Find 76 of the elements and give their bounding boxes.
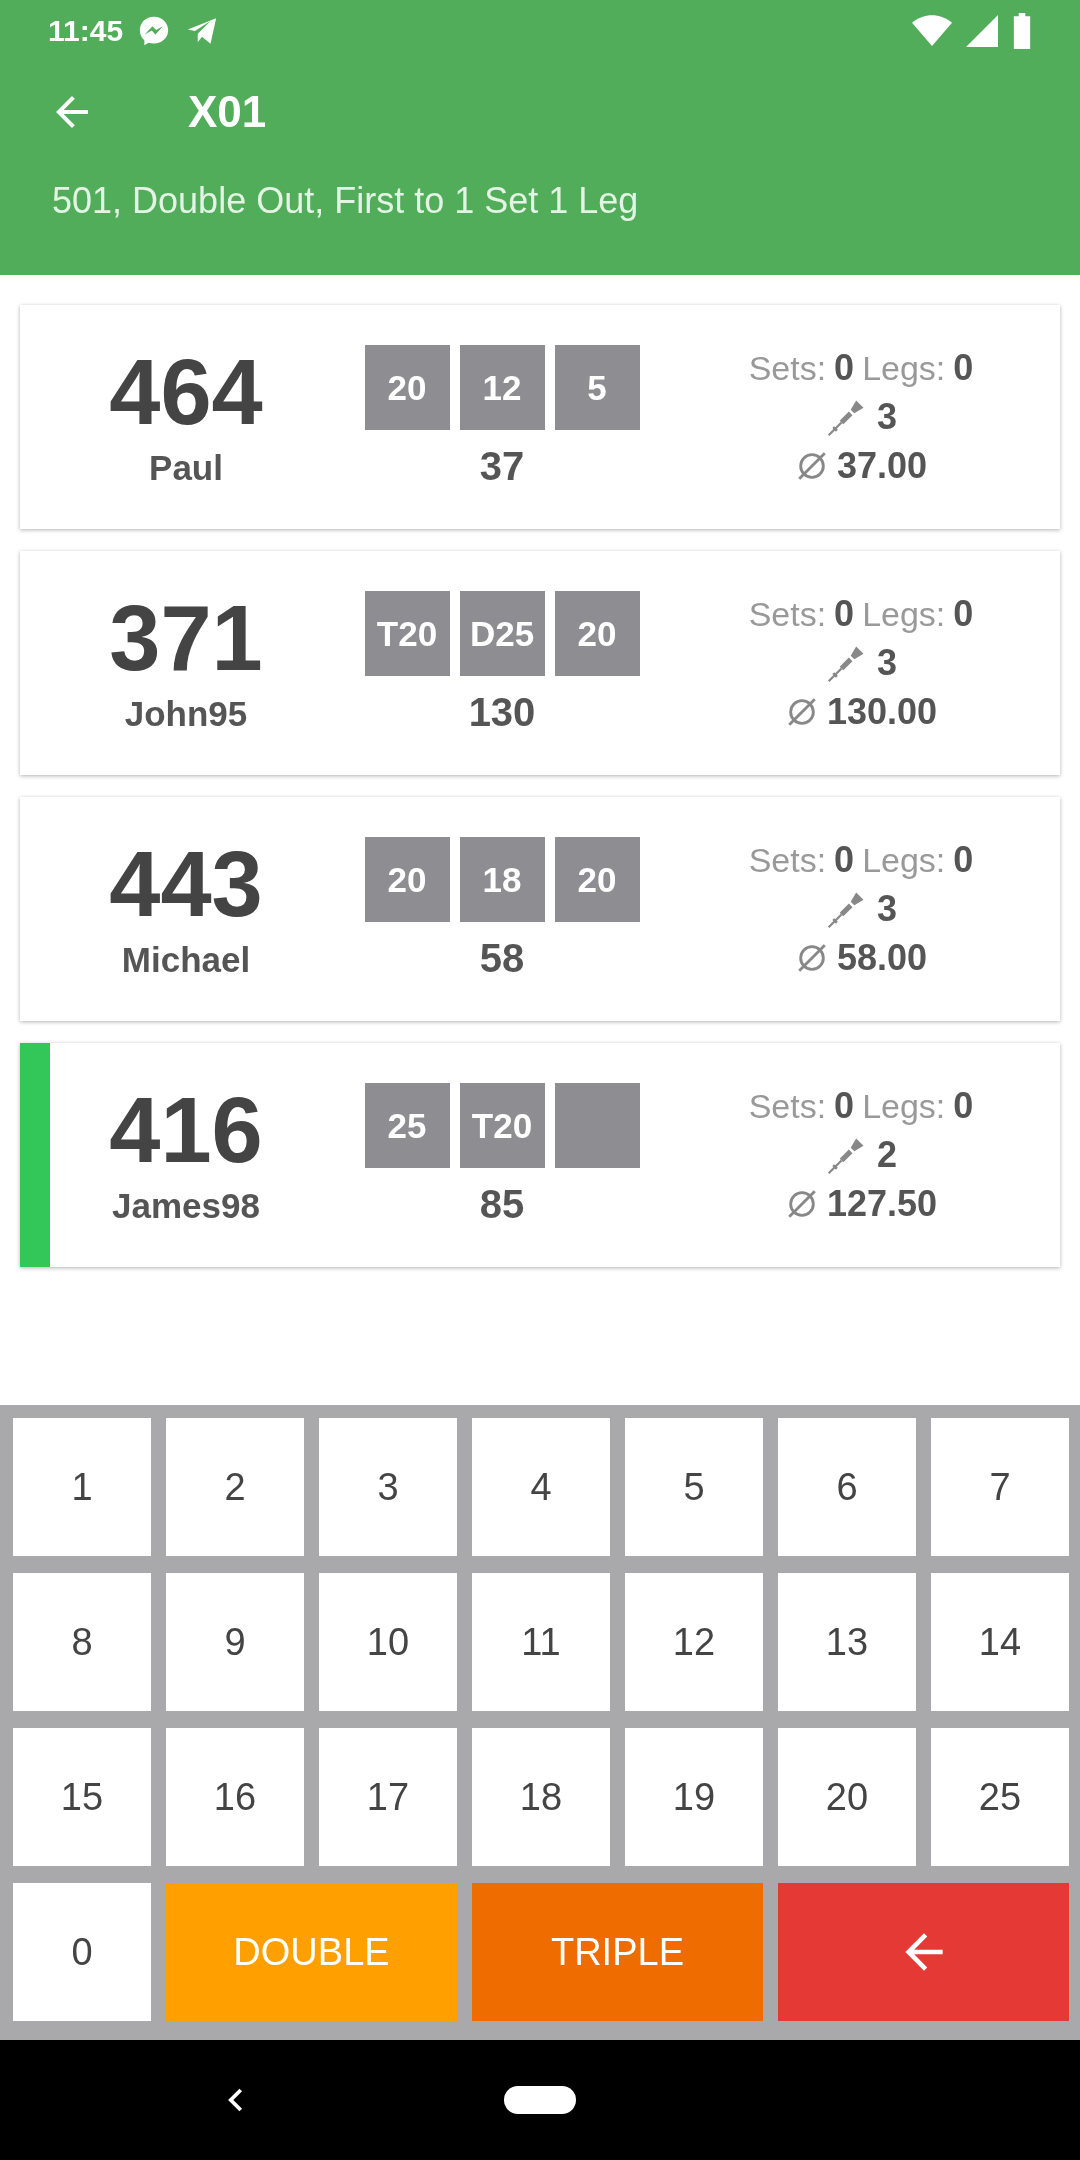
number-key[interactable]: 25 bbox=[931, 1728, 1069, 1866]
number-key[interactable]: 19 bbox=[625, 1728, 763, 1866]
darts-thrown: 3 bbox=[877, 642, 897, 684]
legs-count: 0 bbox=[953, 593, 974, 635]
number-key[interactable]: 6 bbox=[778, 1418, 916, 1556]
remaining-score: 443 bbox=[109, 838, 263, 930]
dart-score: T20 bbox=[459, 1083, 545, 1168]
battery-icon bbox=[1012, 13, 1032, 49]
number-key[interactable]: 8 bbox=[13, 1573, 151, 1711]
sets-count: 0 bbox=[834, 1085, 855, 1127]
dart-score: 20 bbox=[364, 837, 450, 922]
number-key[interactable]: 3 bbox=[319, 1418, 457, 1556]
dart-score: 20 bbox=[364, 345, 450, 430]
legs-count: 0 bbox=[953, 1085, 974, 1127]
number-key[interactable]: 16 bbox=[166, 1728, 304, 1866]
player-name: James98 bbox=[112, 1186, 260, 1226]
player-name: Paul bbox=[149, 448, 223, 488]
player-name: Michael bbox=[121, 940, 251, 980]
sets-label: Sets: bbox=[748, 594, 827, 634]
sets-label: Sets: bbox=[748, 348, 827, 388]
average-score: 127.50 bbox=[826, 1183, 938, 1225]
number-key[interactable]: 15 bbox=[13, 1728, 151, 1866]
number-key[interactable]: 1 bbox=[13, 1418, 151, 1556]
turn-total: 37 bbox=[479, 444, 525, 489]
darts-thrown: 2 bbox=[877, 1134, 897, 1176]
number-key[interactable]: 13 bbox=[778, 1573, 916, 1711]
dart-score: 25 bbox=[364, 1083, 450, 1168]
home-nav-icon[interactable] bbox=[504, 2086, 576, 2114]
average-score: 130.00 bbox=[826, 691, 938, 733]
average-score: 58.00 bbox=[836, 937, 928, 979]
number-key[interactable]: 12 bbox=[625, 1573, 763, 1711]
number-key[interactable]: 9 bbox=[166, 1573, 304, 1711]
legs-label: Legs: bbox=[862, 348, 946, 388]
status-time: 11:45 bbox=[48, 14, 124, 48]
turn-total: 85 bbox=[479, 1182, 525, 1227]
turn-total: 130 bbox=[468, 690, 536, 735]
darts-thrown: 3 bbox=[877, 888, 897, 930]
number-key[interactable]: 7 bbox=[931, 1418, 1069, 1556]
number-key[interactable]: 17 bbox=[319, 1728, 457, 1866]
number-key[interactable]: 20 bbox=[778, 1728, 916, 1866]
legs-label: Legs: bbox=[862, 1086, 946, 1126]
sets-count: 0 bbox=[834, 839, 855, 881]
sets-count: 0 bbox=[834, 347, 855, 389]
number-key[interactable]: 11 bbox=[472, 1573, 610, 1711]
darts-thrown: 3 bbox=[877, 396, 897, 438]
signal-icon bbox=[966, 15, 998, 47]
sets-count: 0 bbox=[834, 593, 855, 635]
dart-score: 18 bbox=[459, 837, 545, 922]
remaining-score: 416 bbox=[109, 1084, 263, 1176]
average-score: 37.00 bbox=[836, 445, 928, 487]
wifi-icon bbox=[912, 14, 952, 48]
legs-label: Legs: bbox=[862, 594, 946, 634]
dart-score: 5 bbox=[554, 345, 640, 430]
legs-count: 0 bbox=[953, 839, 974, 881]
remaining-score: 371 bbox=[109, 592, 263, 684]
dart-score: 20 bbox=[554, 591, 640, 676]
dart-score: 12 bbox=[459, 345, 545, 430]
dart-score: 20 bbox=[554, 837, 640, 922]
number-key[interactable]: 10 bbox=[319, 1573, 457, 1711]
number-key[interactable]: 4 bbox=[472, 1418, 610, 1556]
dart-score: T20 bbox=[364, 591, 450, 676]
remaining-score: 464 bbox=[109, 346, 263, 438]
game-settings-text: 501, Double Out, First to 1 Set 1 Leg bbox=[51, 180, 640, 222]
player-name: John95 bbox=[124, 694, 248, 734]
number-key[interactable]: 0 bbox=[13, 1883, 151, 2021]
dart-score: D25 bbox=[459, 591, 545, 676]
screen-title: X01 bbox=[188, 87, 267, 137]
number-key[interactable]: 14 bbox=[931, 1573, 1069, 1711]
legs-count: 0 bbox=[953, 347, 974, 389]
legs-label: Legs: bbox=[862, 840, 946, 880]
number-key[interactable]: 5 bbox=[625, 1418, 763, 1556]
sets-label: Sets: bbox=[748, 840, 827, 880]
turn-total: 58 bbox=[479, 936, 525, 981]
sets-label: Sets: bbox=[748, 1086, 827, 1126]
number-key[interactable]: 2 bbox=[166, 1418, 304, 1556]
number-key[interactable]: 18 bbox=[472, 1728, 610, 1866]
